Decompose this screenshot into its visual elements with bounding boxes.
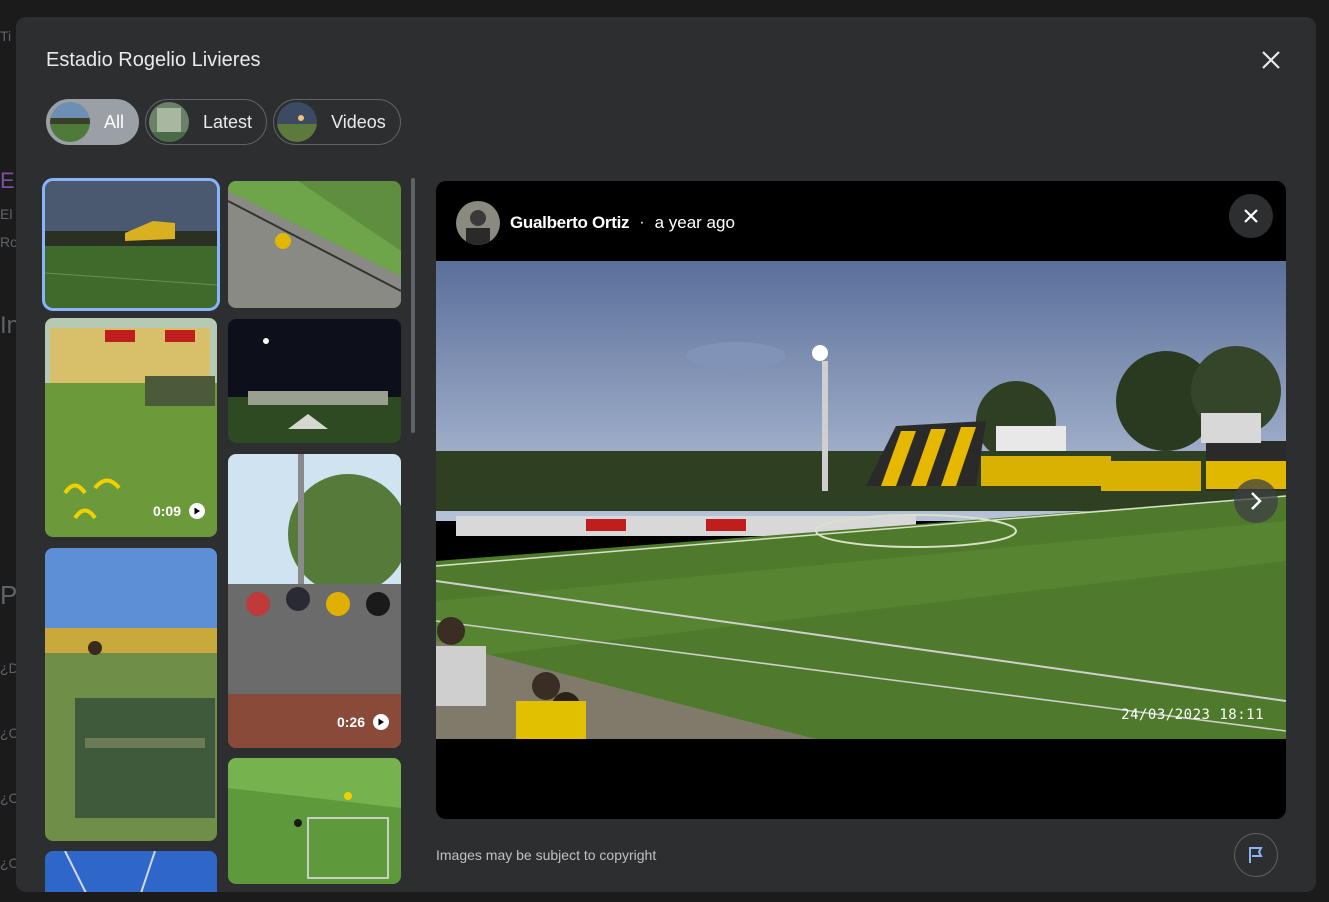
- photo-timestamp: 24/03/2023 18:11: [1121, 707, 1264, 723]
- close-icon: [1262, 51, 1280, 69]
- photo-thumbnail[interactable]: [228, 319, 401, 443]
- chip-label: All: [104, 111, 125, 132]
- photo-thumbnail[interactable]: [228, 181, 401, 308]
- play-icon: [189, 503, 205, 519]
- photo-thumbnail[interactable]: [228, 758, 401, 884]
- play-icon: [373, 714, 389, 730]
- background-text: E: [0, 168, 15, 193]
- filter-chips: All Latest Videos: [46, 99, 401, 145]
- next-photo-button[interactable]: [1234, 479, 1278, 523]
- chip-thumbnail: [149, 102, 190, 142]
- modal-close-button[interactable]: [1256, 45, 1286, 75]
- modal-title: Estadio Rogelio Livieres: [46, 49, 261, 71]
- photo-thumbnail[interactable]: [42, 178, 220, 311]
- video-duration: 0:09: [153, 503, 205, 519]
- chip-all[interactable]: All: [46, 99, 140, 145]
- chip-videos[interactable]: Videos: [273, 99, 401, 145]
- background-text: Ti: [0, 28, 12, 44]
- copyright-notice: Images may be subject to copyright: [436, 847, 657, 863]
- background-text: P: [0, 580, 18, 610]
- chip-label: Latest: [203, 111, 253, 132]
- duration-label: 0:26: [336, 714, 365, 730]
- background-text: El: [0, 206, 13, 222]
- main-photo[interactable]: 24/03/2023 18:11: [436, 261, 1286, 739]
- duration-label: 0:09: [152, 503, 181, 519]
- photo-thumbnail[interactable]: [45, 548, 217, 841]
- photo-viewer: Gualberto Ortiz · a year ago 24/03/2023 …: [436, 181, 1286, 819]
- chip-latest[interactable]: Latest: [145, 99, 268, 145]
- flag-icon: [1249, 847, 1263, 863]
- posted-time: a year ago: [654, 213, 735, 232]
- photo-thumbnail[interactable]: [45, 851, 217, 892]
- viewer-header: Gualberto Ortiz · a year ago: [456, 201, 735, 245]
- photo-gallery-modal: Estadio Rogelio Livieres All Latest Vide…: [16, 17, 1316, 892]
- chevron-right-icon: [1251, 492, 1262, 510]
- video-thumbnail[interactable]: 0:26: [228, 454, 401, 748]
- video-thumbnail[interactable]: 0:09: [45, 318, 217, 537]
- chip-thumbnail: [277, 102, 318, 142]
- chip-label: Videos: [331, 111, 386, 132]
- author-avatar[interactable]: [456, 201, 500, 245]
- video-duration: 0:26: [337, 714, 389, 730]
- report-button[interactable]: [1234, 833, 1278, 877]
- separator: ·: [639, 214, 645, 231]
- chip-thumbnail: [50, 102, 90, 142]
- viewer-close-button[interactable]: [1229, 194, 1273, 238]
- close-icon: [1244, 209, 1258, 223]
- grid-scrollbar[interactable]: [411, 178, 415, 433]
- author-name[interactable]: Gualberto Ortiz: [510, 213, 630, 233]
